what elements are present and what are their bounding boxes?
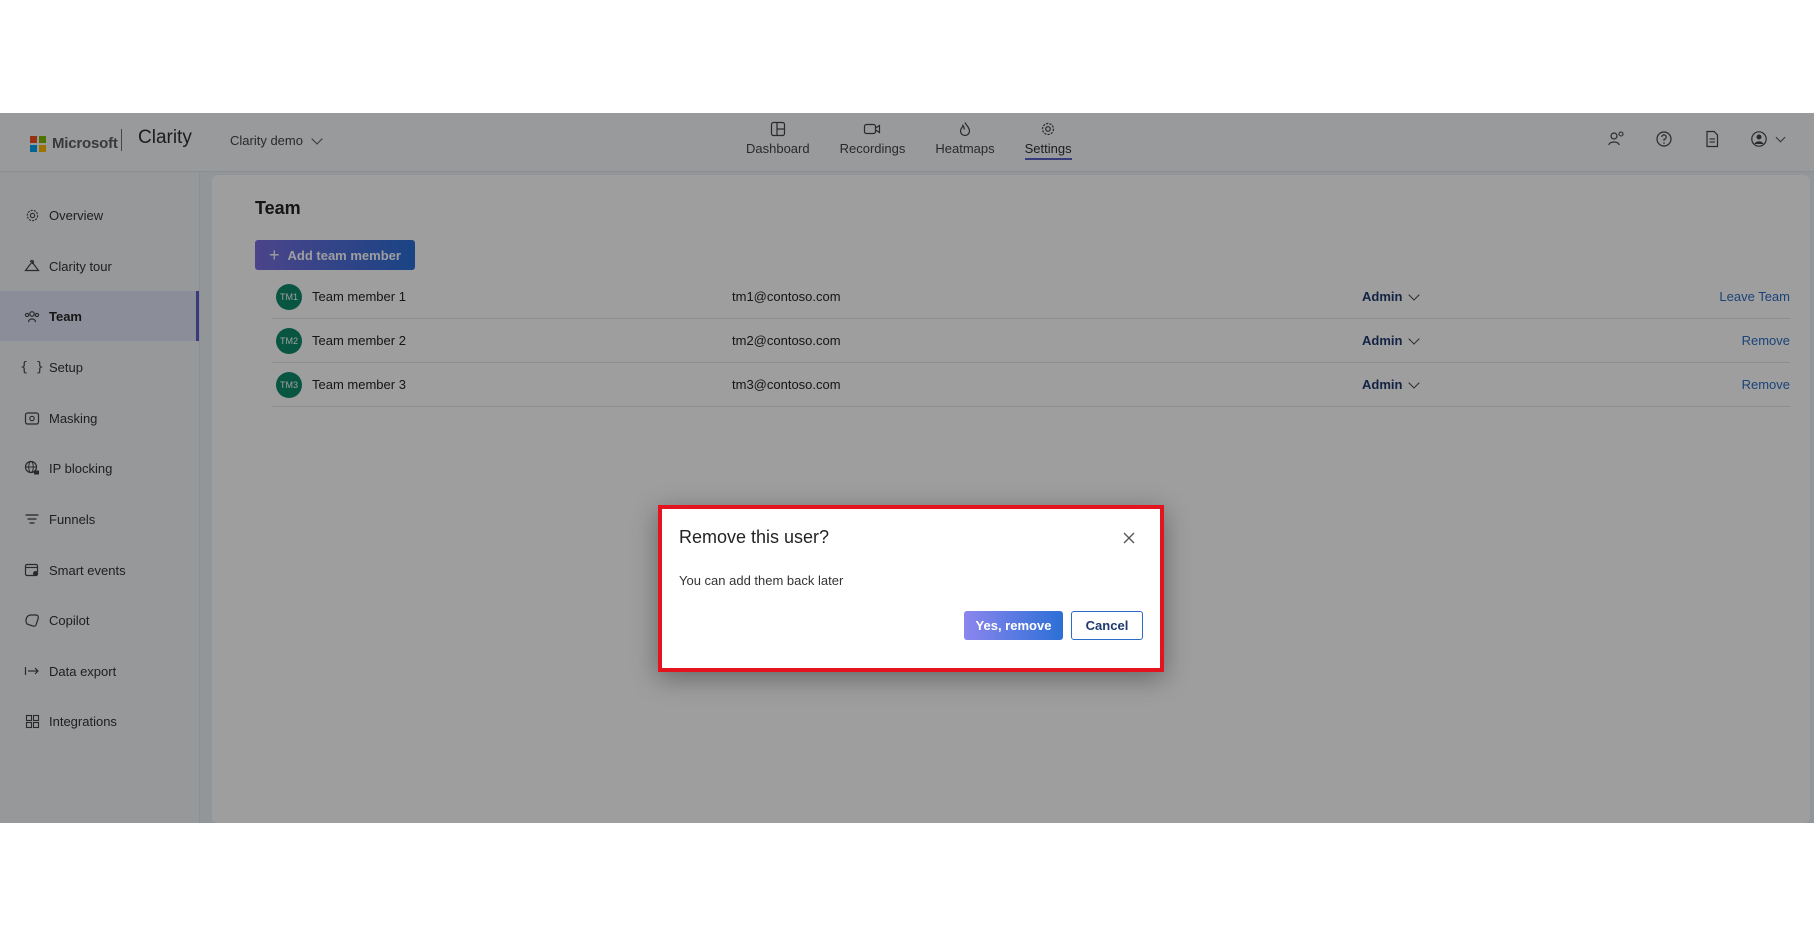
confirm-remove-button[interactable]: Yes, remove: [964, 611, 1063, 640]
modal-overlay[interactable]: [0, 113, 1814, 823]
close-icon[interactable]: [1122, 531, 1136, 545]
remove-user-dialog: Remove this user? You can add them back …: [658, 505, 1164, 672]
dialog-message: You can add them back later: [679, 573, 844, 588]
cancel-button[interactable]: Cancel: [1071, 611, 1143, 640]
dialog-title: Remove this user?: [679, 527, 830, 547]
app-window: Microsoft Clarity Clarity demo Dashboard…: [0, 113, 1814, 823]
